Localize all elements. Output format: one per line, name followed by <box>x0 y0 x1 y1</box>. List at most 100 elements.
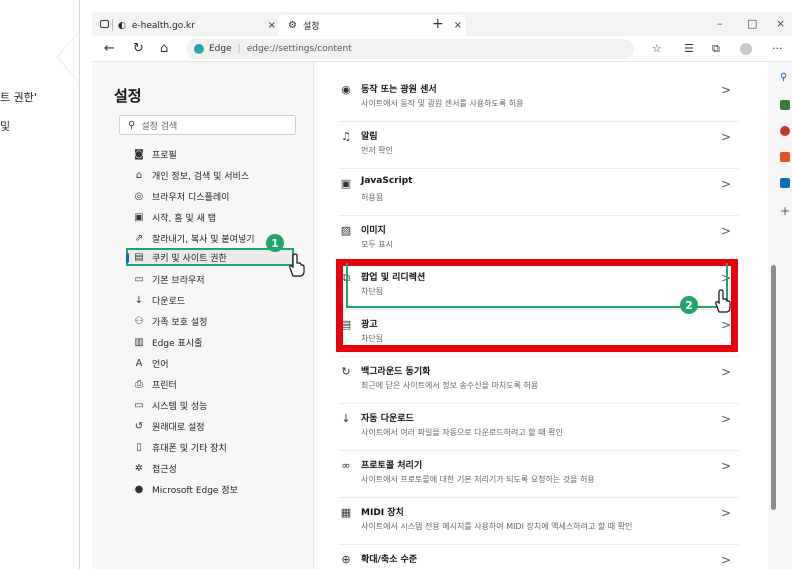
search-icon: ⚲ <box>128 119 136 131</box>
outlook-icon[interactable] <box>780 178 790 188</box>
new-tab-button[interactable]: + <box>432 16 444 32</box>
tab-close-icon[interactable]: × <box>454 20 462 31</box>
sidebar-item-about[interactable]: ● Microsoft Edge 정보 <box>132 481 238 497</box>
content-scrollbar[interactable] <box>768 62 778 569</box>
browser-window: ◐ e-health.go.kr × ⚙ 설정 × + – □ × ← ↻ ⌂ … <box>92 12 792 569</box>
browser-icon: ▭ <box>134 273 144 285</box>
image-icon: ▨ <box>340 224 352 237</box>
sidebar-item-default-browser[interactable]: ▭ 기본 브라우저 <box>132 271 204 287</box>
home-icon[interactable]: ⌂ <box>160 41 168 56</box>
doc-text-line2: 및 <box>0 120 11 133</box>
address-bar-row: ← ↻ ⌂ Edge | edge://settings/content ☆ ☰… <box>92 36 792 62</box>
step-badge-2: 2 <box>680 296 698 314</box>
sidebar-item-appearance[interactable]: ◎ 브라우저 디스플레이 <box>132 188 230 204</box>
system-icon: ▭ <box>134 399 144 411</box>
setting-row-images[interactable]: ▨ 이미지 모두 표시 > <box>339 217 739 263</box>
search-placeholder: 설정 검색 <box>141 121 178 132</box>
step-badge-1: 1 <box>266 234 284 252</box>
sidebar-item-family[interactable]: ⚇ 가족 보호 설정 <box>132 313 208 329</box>
sensor-icon: ◉ <box>341 83 351 96</box>
midi-icon: ▦ <box>340 506 352 519</box>
site-label: Edge <box>209 44 232 54</box>
more-options-icon[interactable]: ··· <box>772 42 783 55</box>
language-icon: A <box>135 357 143 369</box>
add-icon[interactable]: + <box>780 204 790 218</box>
chevron-right-icon: > <box>720 318 731 332</box>
chevron-right-icon: > <box>720 130 731 144</box>
avatar[interactable] <box>740 43 752 55</box>
sidebar-item-start-home[interactable]: ▣ 시작, 홈 및 새 탭 <box>132 209 216 225</box>
popup-icon: ⧉ <box>342 271 350 284</box>
accessibility-icon: ✲ <box>134 462 144 474</box>
gear-icon: ⚙ <box>288 20 297 31</box>
share-icon: ⇗ <box>134 232 144 244</box>
sidebar-item-languages[interactable]: A 언어 <box>132 355 169 371</box>
back-icon[interactable]: ← <box>104 41 115 56</box>
favorites-list-icon[interactable]: ☰ <box>684 42 694 55</box>
maximize-button[interactable]: □ <box>747 17 757 30</box>
setting-row-ads[interactable]: ▤ 광고 차단됨 > <box>339 311 739 357</box>
sidebar-item-share-copy[interactable]: ⇗ 잘라내기, 복사 및 붙여넣기 <box>132 230 255 246</box>
edge-logo-icon <box>194 44 204 54</box>
phone-icon: ▯ <box>136 441 142 453</box>
edge-logo-icon: ● <box>134 483 144 495</box>
zoom-icon: ⊕ <box>341 553 351 566</box>
sidebar-item-cookies[interactable]: ▤ 쿠키 및 사이트 권한 <box>126 248 294 266</box>
refresh-icon[interactable]: ↻ <box>133 41 144 56</box>
setting-row-midi[interactable]: ▦ MIDI 장치 사이트에서 시스템 전용 메시지를 사용하여 MIDI 장치… <box>339 499 739 545</box>
address-bar[interactable]: Edge | edge://settings/content <box>186 39 634 59</box>
sidebar-item-privacy[interactable]: ⌂ 개인 정보, 검색 및 서비스 <box>132 167 249 183</box>
sidebar-item-system[interactable]: ▭ 시스템 및 성능 <box>132 397 207 413</box>
edge-bar-icon: ▥ <box>134 336 144 348</box>
chevron-right-icon: > <box>720 224 731 238</box>
tab-ehealth[interactable]: ◐ e-health.go.kr × <box>118 15 304 36</box>
chevron-right-icon: > <box>720 459 731 473</box>
site-favicon-icon: ◐ <box>118 20 126 31</box>
window-close-button[interactable]: × <box>776 17 785 30</box>
setting-row-zoom[interactable]: ⊕ 확대/축소 수준 > <box>339 546 739 569</box>
scrollbar-thumb[interactable] <box>771 265 776 510</box>
setting-row-javascript[interactable]: ▣ JavaScript 허용됨 > <box>339 170 739 216</box>
edge-sidebar: ⚲ + <box>778 62 792 569</box>
chevron-right-icon: > <box>720 271 731 285</box>
minimize-button[interactable]: – <box>717 17 723 30</box>
shopping-icon[interactable] <box>780 100 790 110</box>
sidebar-item-edge-bar[interactable]: ▥ Edge 표시줄 <box>132 334 202 350</box>
lock-icon: ⌂ <box>135 169 143 181</box>
sidebar-item-downloads[interactable]: ↓ 다운로드 <box>132 292 185 308</box>
sidebar-item-printers[interactable]: ⎙ 프린터 <box>132 376 177 392</box>
tools-icon[interactable] <box>780 126 790 136</box>
bell-icon: ♫ <box>341 130 351 143</box>
tab-bar: ◐ e-health.go.kr × ⚙ 설정 × + – □ × <box>92 12 792 36</box>
family-icon: ⚇ <box>134 315 144 327</box>
profile-icon: ◙ <box>134 148 144 160</box>
chevron-right-icon: > <box>720 412 731 426</box>
sidebar-item-phone[interactable]: ▯ 휴대폰 및 기타 장치 <box>132 439 227 455</box>
tab-close-icon[interactable]: × <box>268 20 276 31</box>
home-icon: ▣ <box>134 211 144 223</box>
reset-icon: ↺ <box>134 420 144 432</box>
setting-row-protocol-handlers[interactable]: ∞ 프로토콜 처리기 사이트에서 프로토콜에 대한 기본 처리기가 되도록 요청… <box>339 452 739 498</box>
search-icon[interactable]: ⚲ <box>780 72 790 83</box>
sidebar-item-reset[interactable]: ↺ 원래대로 설정 <box>132 418 205 434</box>
cookie-icon: ▤ <box>134 251 144 263</box>
setting-row-popups[interactable]: ⧉ 팝업 및 리디렉션 차단됨 > <box>339 264 739 310</box>
setting-row-sensors[interactable]: ◉ 동작 또는 광원 센서 사이트에서 동작 및 광원 센서를 사용하도록 허용… <box>339 76 739 122</box>
setting-row-auto-downloads[interactable]: ↓ 자동 다운로드 사이트에서 여러 파일을 자동으로 다운로드하려고 할 때 … <box>339 405 739 451</box>
office-icon[interactable] <box>780 152 790 162</box>
setting-row-background-sync[interactable]: ↻ 백그라운드 동기화 최근에 닫은 사이트에서 정보 송수신을 마치도록 허용… <box>339 358 739 404</box>
settings-search-input[interactable]: ⚲ 설정 검색 <box>119 115 296 135</box>
tab-actions-icon[interactable] <box>100 20 109 28</box>
doc-text-line1: 트 권한' <box>0 91 37 104</box>
printer-icon: ⎙ <box>135 378 143 390</box>
settings-page: 설정 ⚲ 설정 검색 ◙ 프로필 ⌂ 개인 정보, 검색 및 서비스 ◎ 브라우… <box>92 62 792 569</box>
tab-label: e-health.go.kr <box>131 20 195 31</box>
sidebar-item-accessibility[interactable]: ✲ 접근성 <box>132 460 177 476</box>
collections-icon[interactable]: ⧉ <box>712 42 720 56</box>
sync-icon: ↻ <box>341 365 351 378</box>
protocol-icon: ∞ <box>341 459 351 472</box>
favorite-star-icon[interactable]: ☆ <box>652 42 662 55</box>
chevron-right-icon: > <box>720 365 731 379</box>
sidebar-item-profile[interactable]: ◙ 프로필 <box>132 146 177 162</box>
setting-row-notifications[interactable]: ♫ 알림 먼저 확인 > <box>339 123 739 169</box>
